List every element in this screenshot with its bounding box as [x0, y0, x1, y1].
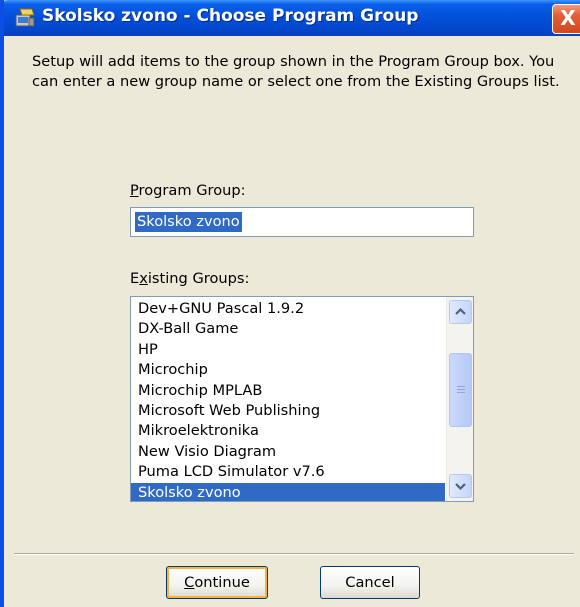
scroll-thumb[interactable] — [449, 353, 472, 427]
program-group-label: Program Group: — [130, 182, 246, 199]
list-item[interactable]: DX-Ball Game — [131, 319, 445, 339]
list-item[interactable]: Puma LCD Simulator v7.6 — [131, 462, 445, 482]
cancel-button[interactable]: Cancel — [320, 566, 420, 599]
program-group-value: Skolsko zvono — [135, 212, 242, 232]
close-button[interactable]: X — [552, 4, 580, 34]
setup-dialog-window: Skolsko zvono - Choose Program Group X S… — [0, 0, 580, 607]
thumb-grip — [457, 392, 465, 393]
list-item[interactable]: Dev+GNU Pascal 1.9.2 — [131, 299, 445, 319]
list-item[interactable]: Microchip — [131, 360, 445, 380]
existing-groups-items: Dev+GNU Pascal 1.9.2 DX-Ball Game HP Microc… — [131, 299, 445, 501]
list-scrollbar[interactable] — [446, 297, 473, 501]
title-bar[interactable]: Skolsko zvono - Choose Program Group X — [4, 0, 580, 36]
scroll-down-button[interactable] — [449, 474, 472, 498]
chevron-up-icon — [455, 307, 466, 315]
thumb-grip — [457, 386, 465, 387]
close-icon: X — [560, 6, 576, 30]
existing-groups-label: Existing Groups: — [130, 270, 250, 287]
list-item[interactable]: HP — [131, 340, 445, 360]
scroll-up-button[interactable] — [449, 300, 472, 324]
setup-icon — [15, 8, 35, 27]
continue-button[interactable]: Continue — [166, 566, 268, 599]
list-item[interactable]: Microchip MPLAB — [131, 381, 445, 401]
list-item[interactable]: Mikroelektronika — [131, 421, 445, 441]
list-item[interactable]: Microsoft Web Publishing — [131, 401, 445, 421]
thumb-grip — [457, 389, 465, 390]
chevron-down-icon — [455, 483, 466, 491]
continue-accelerator: C — [184, 574, 195, 591]
existing-groups-accelerator: x — [139, 270, 148, 287]
program-group-accelerator: P — [130, 182, 139, 199]
existing-groups-list[interactable]: Dev+GNU Pascal 1.9.2 DX-Ball Game HP Microc… — [130, 296, 474, 502]
instructions-text: Setup will add items to the group shown … — [32, 53, 560, 90]
button-separator — [14, 553, 574, 555]
window-title: Skolsko zvono - Choose Program Group — [42, 6, 419, 26]
list-item[interactable]: New Visio Diagram — [131, 442, 445, 462]
program-group-input[interactable]: Skolsko zvono — [130, 207, 474, 237]
list-item[interactable]: Skolsko zvono — [131, 482, 445, 501]
